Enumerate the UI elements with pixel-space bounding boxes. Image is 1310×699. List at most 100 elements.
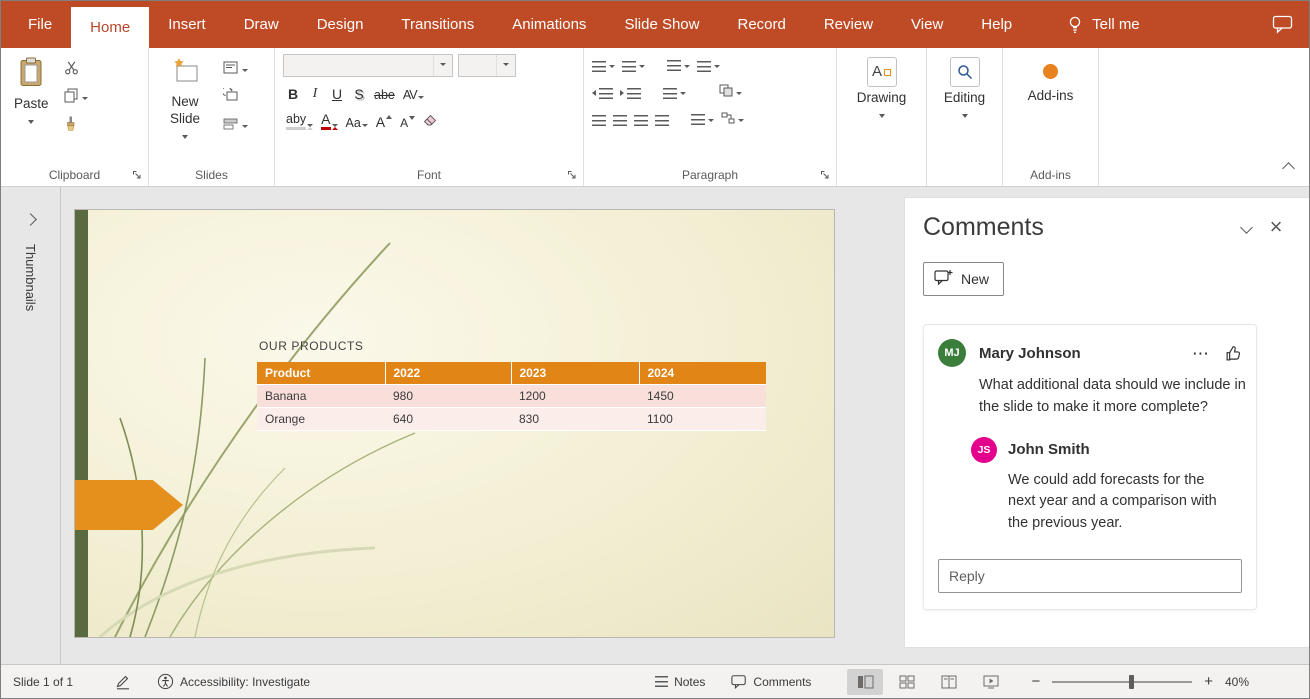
like-comment-button[interactable] [1225, 345, 1242, 362]
table-cell[interactable]: 1200 [511, 384, 639, 407]
zoom-slider-thumb[interactable] [1129, 675, 1134, 689]
table-cell[interactable]: Orange [257, 407, 385, 430]
decrease-indent-button[interactable] [592, 84, 613, 102]
table-header-cell[interactable]: Product [257, 362, 385, 384]
new-slide-button[interactable]: New Slide [157, 54, 213, 145]
comments-toggle-button[interactable]: Comments [731, 674, 811, 689]
italic-button[interactable]: I [305, 83, 325, 105]
comment-reply: JS John Smith We could add forecasts for… [971, 437, 1242, 535]
drawing-button[interactable]: A Drawing [852, 54, 912, 124]
zoom-in-button[interactable]: + [1200, 673, 1217, 690]
tab-home[interactable]: Home [71, 7, 149, 48]
font-color-button[interactable]: A [318, 111, 340, 133]
more-thread-actions-button[interactable]: ⋯ [1192, 345, 1210, 362]
collapse-ribbon-button[interactable] [1284, 160, 1293, 178]
increase-font-size-button[interactable]: A [373, 111, 395, 133]
bold-button[interactable]: B [283, 83, 303, 105]
table-header-cell[interactable]: 2022 [385, 362, 511, 384]
text-highlight-button[interactable]: aby [283, 111, 316, 133]
table-cell[interactable]: 1450 [639, 384, 766, 407]
normal-view-button[interactable] [847, 669, 883, 695]
table-cell[interactable]: Banana [257, 384, 385, 407]
table-cell[interactable]: 830 [511, 407, 639, 430]
line-spacing-button[interactable] [667, 57, 690, 75]
tell-me-button[interactable]: Tell me [1057, 1, 1150, 48]
slide-layout-button[interactable] [221, 59, 250, 80]
reading-view-button[interactable] [931, 669, 967, 695]
close-panel-button[interactable]: × [1261, 212, 1291, 242]
thumbnails-pane-collapsed[interactable]: Thumbnails [1, 187, 61, 664]
table-header-cell[interactable]: 2024 [639, 362, 766, 384]
tab-transitions[interactable]: Transitions [382, 1, 493, 48]
comments-chat-icon[interactable] [1272, 1, 1293, 48]
zoom-slider-track[interactable] [1052, 681, 1192, 683]
clear-formatting-button[interactable] [420, 111, 441, 133]
editing-button[interactable]: Editing [939, 54, 990, 124]
table-cell[interactable]: 980 [385, 384, 511, 407]
tab-record[interactable]: Record [718, 1, 804, 48]
align-center-button[interactable] [613, 111, 627, 129]
tab-help[interactable]: Help [962, 1, 1031, 48]
font-name-combo[interactable] [283, 54, 453, 77]
status-pen-icon[interactable] [115, 674, 131, 690]
tab-design[interactable]: Design [298, 1, 383, 48]
expand-thumbnails-icon[interactable] [24, 213, 37, 226]
font-dialog-launcher[interactable] [565, 168, 579, 182]
table-header-cell[interactable]: 2023 [511, 362, 639, 384]
numbering-button[interactable] [622, 57, 645, 75]
table-cell[interactable]: 1100 [639, 407, 766, 430]
align-left-button[interactable] [592, 111, 606, 129]
section-button[interactable] [221, 115, 250, 136]
paragraph-dialog-launcher[interactable] [818, 168, 832, 182]
zoom-out-button[interactable]: − [1027, 673, 1044, 690]
slide-title[interactable]: OUR PRODUCTS [259, 339, 364, 353]
clipboard-dialog-launcher[interactable] [130, 168, 144, 182]
new-comment-button[interactable]: New [923, 262, 1004, 296]
change-case-button[interactable]: Aa [343, 111, 371, 133]
tab-draw[interactable]: Draw [225, 1, 298, 48]
slideshow-view-button[interactable] [973, 669, 1009, 695]
paste-button[interactable]: Paste [9, 54, 54, 130]
align-right-button[interactable] [634, 111, 648, 129]
justify-button[interactable] [655, 111, 669, 129]
columns-button[interactable] [663, 84, 686, 102]
copy-button[interactable] [62, 87, 90, 108]
cut-button[interactable] [62, 59, 90, 80]
bullets-button[interactable] [592, 57, 615, 75]
tab-slide-show[interactable]: Slide Show [605, 1, 718, 48]
reset-slide-button[interactable] [221, 87, 250, 108]
tab-view[interactable]: View [892, 1, 962, 48]
notes-button[interactable]: Notes [655, 675, 705, 689]
slide-canvas[interactable]: OUR PRODUCTS Product 2022 2023 2024 Bana… [74, 209, 835, 638]
tab-file[interactable]: File [9, 1, 71, 48]
smartart-button[interactable] [721, 111, 744, 129]
underline-button[interactable]: U [327, 83, 347, 105]
text-direction-button[interactable] [697, 57, 720, 75]
zoom-slider[interactable] [1052, 672, 1192, 692]
font-size-dropdown-icon[interactable] [496, 55, 515, 76]
zoom-level[interactable]: 40% [1225, 675, 1249, 689]
font-name-dropdown-icon[interactable] [433, 55, 452, 76]
collapse-panel-button[interactable] [1231, 212, 1261, 242]
font-size-combo[interactable] [458, 54, 516, 77]
align-text-button[interactable] [691, 111, 714, 129]
increase-indent-button[interactable] [620, 84, 641, 102]
slide-sorter-view-button[interactable] [889, 669, 925, 695]
tab-insert[interactable]: Insert [149, 1, 225, 48]
tab-animations[interactable]: Animations [493, 1, 605, 48]
character-spacing-button[interactable]: AV [400, 83, 427, 105]
decrease-font-size-button[interactable]: A [397, 111, 418, 133]
scissors-icon [64, 60, 79, 80]
addins-button[interactable]: Add-ins [1023, 54, 1079, 108]
reply-input[interactable] [938, 559, 1242, 593]
slide-table[interactable]: Product 2022 2023 2024 Banana 980 1200 1… [257, 362, 766, 431]
tab-review[interactable]: Review [805, 1, 892, 48]
accessibility-button[interactable]: Accessibility: Investigate [157, 673, 310, 690]
slide-editing-area[interactable]: OUR PRODUCTS Product 2022 2023 2024 Bana… [61, 187, 904, 664]
arrange-button[interactable] [719, 84, 742, 102]
table-cell[interactable]: 640 [385, 407, 511, 430]
strikethrough-button[interactable]: abe [371, 83, 398, 105]
slide-indicator[interactable]: Slide 1 of 1 [13, 675, 73, 689]
text-shadow-button[interactable]: S [349, 83, 369, 105]
format-painter-button[interactable] [62, 115, 90, 136]
